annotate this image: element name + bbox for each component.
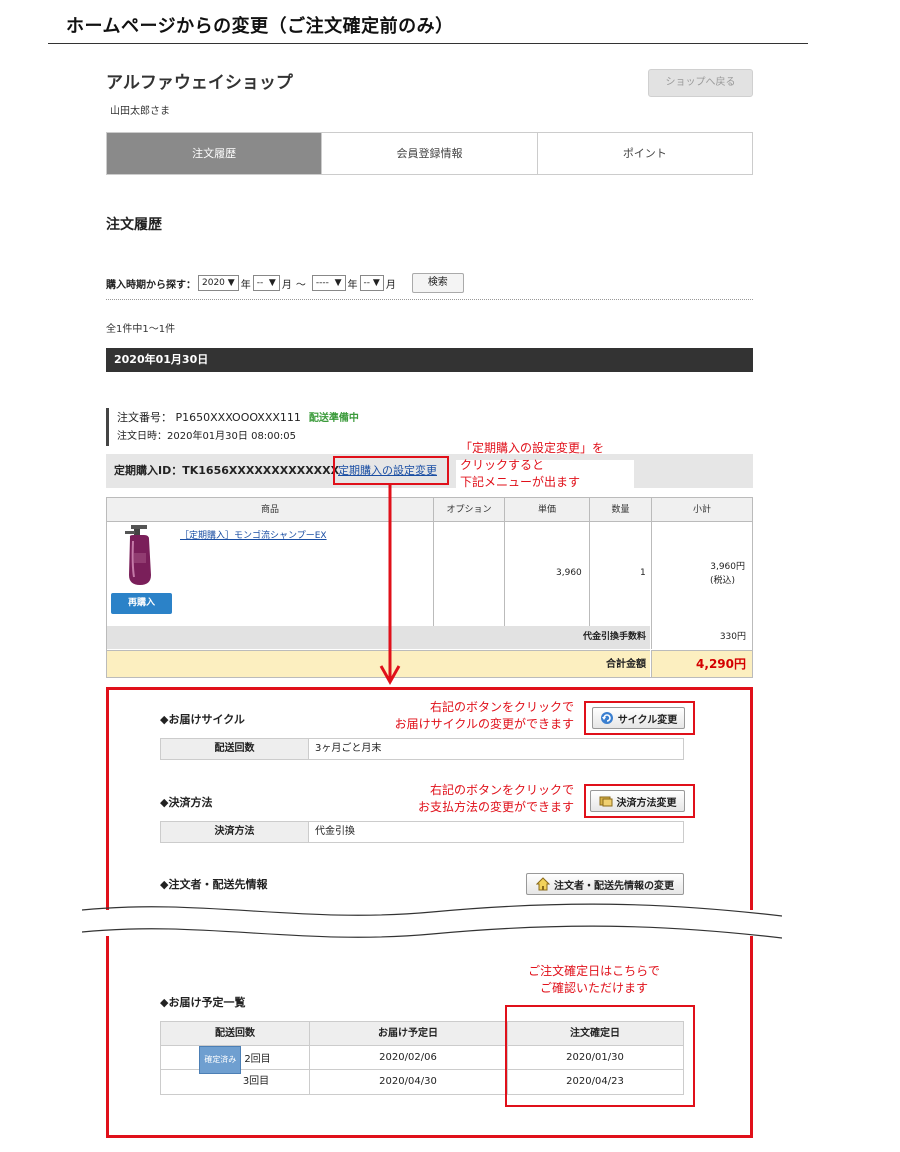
- purchase-period-search: 購入時期から探す： 2020 ▼ 年 -- ▼ 月 〜 ---- ▼ 年 -- …: [106, 273, 464, 293]
- cycle-heading: ◆お届けサイクル: [160, 713, 245, 726]
- order-number-label: 注文番号：: [117, 411, 172, 424]
- product-image: [125, 525, 151, 585]
- subscription-id: 定期購入ID：TK1656XXXXXXXXXXXXX: [114, 464, 340, 477]
- order-date-bar: 2020年01月30日: [106, 348, 753, 372]
- quantity: 1: [640, 568, 646, 578]
- order-info: 注文番号： P1650XXXOOOXXX111 配送準備中 注文日時：2020年0…: [106, 408, 506, 446]
- account-tabs: 注文履歴 会員登録情報 ポイント: [106, 132, 753, 175]
- month-unit: 月: [281, 279, 292, 291]
- annotation-confirm-note: ご注文確定日はこちらで ご確認いただけます: [528, 964, 660, 995]
- col-header-subtotal: 小計: [652, 498, 752, 522]
- col-header-option: オプション: [434, 498, 504, 522]
- range-tilde: 〜: [295, 279, 306, 291]
- annotation-cycle-note: 右記のボタンをクリックで お届けサイクルの変更ができます: [394, 700, 574, 731]
- subtotal: 3,960円 (税込): [709, 562, 745, 586]
- rebuy-button[interactable]: 再購入: [111, 593, 172, 614]
- shop-name: アルファウェイショップ: [106, 73, 293, 93]
- product-link[interactable]: ［定期購入］モンゴ流シャンプーEX: [180, 528, 327, 541]
- payment-change-button[interactable]: 決済方法変更: [590, 790, 685, 812]
- month-select[interactable]: -- ▼: [252, 275, 280, 291]
- status-badge: 配送準備中: [308, 413, 359, 424]
- address-heading: ◆注文者・配送先情報: [160, 878, 268, 891]
- document-title: ホームページからの変更（ご注文確定前のみ）: [66, 16, 454, 37]
- search-button[interactable]: 検索: [411, 273, 464, 293]
- schedule-heading: ◆お届け予定一覧: [160, 996, 246, 1009]
- year-select[interactable]: 2020 ▼: [198, 275, 239, 291]
- annotation-arrow: [379, 484, 401, 686]
- year2-select[interactable]: ---- ▼: [311, 275, 346, 291]
- month2-unit: 月: [385, 279, 396, 291]
- back-to-shop-button[interactable]: ショップへ戻る: [648, 69, 753, 97]
- cod-fee-value: 330円: [651, 626, 752, 649]
- refresh-icon: [600, 712, 613, 724]
- annotation-link-note: 「定期購入の設定変更」を クリックすると 下記メニューが出ます: [460, 441, 605, 489]
- annotation-payment-note: 右記のボタンをクリックで お支払方法の変更ができます: [417, 783, 574, 814]
- payment-heading: ◆決済方法: [160, 796, 213, 809]
- month2-select[interactable]: -- ▼: [359, 275, 384, 291]
- tab-member-info[interactable]: 会員登録情報: [321, 133, 536, 174]
- cycle-key: 配送回数: [161, 739, 309, 759]
- unit-price: 3,960: [556, 568, 582, 578]
- order-datetime: 2020年01月30日 08:00:05: [167, 431, 296, 442]
- user-name: 山田太郎さま: [110, 106, 170, 117]
- payment-key: 決済方法: [161, 822, 309, 842]
- total-value: 4,290円: [651, 650, 752, 677]
- result-count: 全1件中1〜1件: [106, 324, 176, 335]
- search-label: 購入時期から探す：: [106, 279, 196, 291]
- omission-break: [82, 903, 782, 939]
- tab-order-history[interactable]: 注文履歴: [107, 133, 322, 174]
- search-divider: [106, 299, 753, 300]
- payment-value: 代金引換: [315, 826, 355, 837]
- order-number: P1650XXXOOOXXX111: [175, 411, 301, 424]
- home-icon: [536, 877, 550, 891]
- highlight-subscription-link: [333, 456, 449, 485]
- highlight-confirm-date: [505, 1005, 695, 1107]
- payment-info-table: 決済方法 代金引換: [160, 821, 684, 843]
- col-header-unit-price: 単価: [505, 498, 589, 522]
- cycle-info-table: 配送回数 3ヶ月ごと月末: [160, 738, 684, 760]
- page-title: 注文履歴: [106, 217, 162, 233]
- order-datetime-label: 注文日時：: [117, 431, 167, 442]
- col-header-qty: 数量: [590, 498, 651, 522]
- year-unit: 年: [240, 279, 251, 291]
- title-divider: [48, 43, 808, 44]
- cycle-change-button[interactable]: サイクル変更: [592, 707, 685, 729]
- tab-points[interactable]: ポイント: [536, 133, 752, 174]
- year2-unit: 年: [347, 279, 358, 291]
- address-change-button[interactable]: 注文者・配送先情報の変更: [526, 873, 684, 895]
- payment-icon: [599, 796, 612, 807]
- cycle-value: 3ヶ月ごと月末: [315, 743, 382, 754]
